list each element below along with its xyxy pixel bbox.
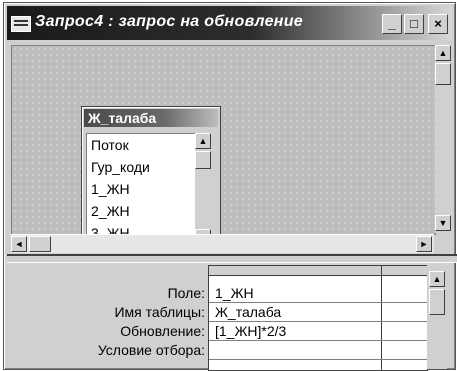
field-cell[interactable]: 1_ЖН [215,285,254,301]
scroll-thumb[interactable] [29,236,51,252]
table-pane[interactable]: Ж_талаба Поток Гур_коди 1_ЖН 2_ЖН 3_ЖН ▲… [11,45,436,252]
scroll-up-icon[interactable]: ▲ [435,45,451,61]
query-icon [11,16,31,32]
window-title: Запрос4 : запрос на обновление [35,13,304,30]
grid-vertical-scrollbar[interactable]: ▲ [427,265,447,369]
scroll-thumb[interactable] [435,63,451,85]
grid-row-divider [209,302,427,303]
scroll-down-icon[interactable]: ▼ [435,215,451,231]
query-window: Запрос4 : запрос на обновление _ □ × Ж_т… [3,2,457,371]
field-item[interactable]: 2_ЖН [91,203,130,219]
field-list-scrollbar[interactable]: ▲ ▼ [195,133,211,245]
criteria-row-label: Условие отбора: [97,342,205,358]
field-item[interactable]: Поток [91,137,129,153]
title-bar[interactable]: Запрос4 : запрос на обновление _ □ × [7,6,452,40]
table-row-label: Имя таблицы: [114,304,205,320]
qbe-column-2[interactable] [382,266,427,370]
scroll-right-icon[interactable]: ► [416,236,432,252]
scroll-up-icon[interactable]: ▲ [195,133,211,149]
maximize-button[interactable]: □ [404,14,424,34]
scroll-left-icon[interactable]: ◄ [11,236,27,252]
update-row-label: Обновление: [120,323,205,339]
update-cell[interactable]: [1_ЖН]*2/3 [215,323,286,339]
close-button[interactable]: × [428,14,448,34]
qbe-grid[interactable]: 1_ЖН Ж_талаба [1_ЖН]*2/3 [208,265,428,371]
grid-row-divider [209,359,427,360]
scroll-thumb[interactable] [429,289,445,315]
grid-row-divider [209,340,427,341]
minimize-button[interactable]: _ [382,14,402,34]
table-name[interactable]: Ж_талаба [84,109,218,127]
table-cell[interactable]: Ж_талаба [215,304,281,320]
field-list[interactable]: Поток Гур_коди 1_ЖН 2_ЖН 3_ЖН [86,133,196,247]
pane-splitter[interactable] [7,254,457,263]
field-item[interactable]: Гур_коди [91,159,150,175]
scroll-thumb[interactable] [195,151,211,169]
pane-vertical-scrollbar[interactable]: ▲ ▼ [435,45,451,233]
pane-horizontal-scrollbar[interactable]: ◄ ► [11,234,434,253]
field-row-label: Поле: [167,285,205,301]
grid-row-divider [209,321,427,322]
scroll-up-icon[interactable]: ▲ [429,271,445,287]
table-fieldlist-window[interactable]: Ж_талаба Поток Гур_коди 1_ЖН 2_ЖН 3_ЖН ▲… [81,106,221,252]
field-item[interactable]: 1_ЖН [91,181,130,197]
